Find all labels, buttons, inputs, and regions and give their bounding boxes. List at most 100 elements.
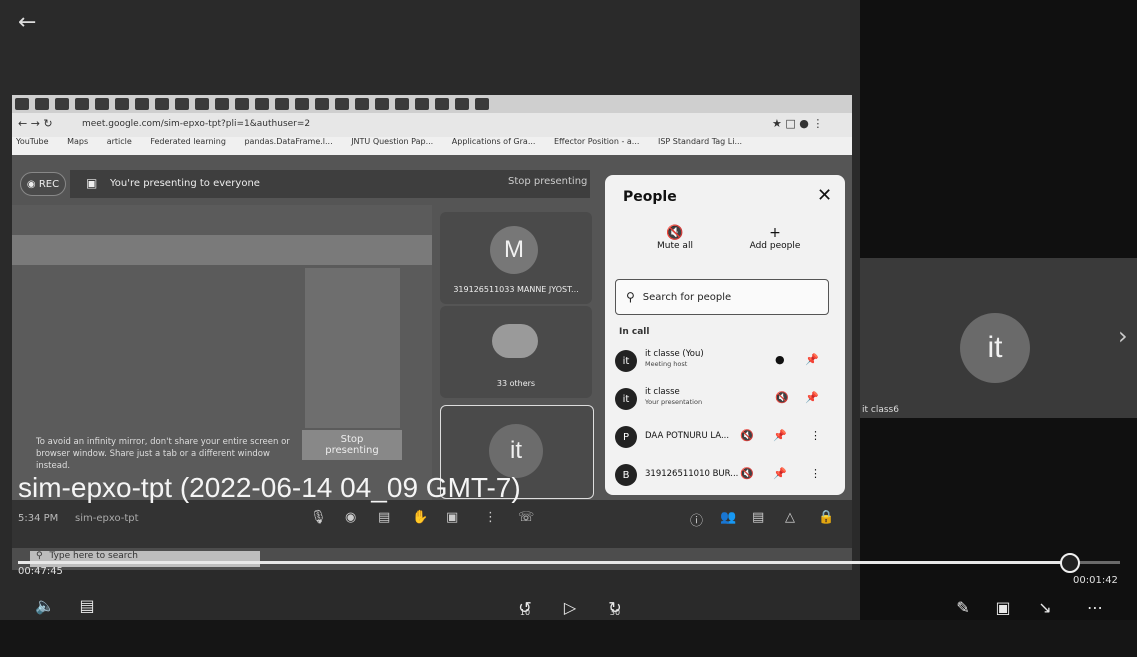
avatar: P [615,426,637,448]
mic-off-icon[interactable]: 🔇 [775,391,789,404]
more-options-icon[interactable]: ⋮ [484,510,497,525]
pin-icon[interactable]: 📌 [773,429,787,442]
forward-seconds: 30 [609,608,621,617]
captions-icon[interactable]: ▤ [378,510,390,525]
avatar: B [615,464,637,486]
add-people-button[interactable]: + Add people [740,225,810,251]
tab-icon [335,98,349,110]
mic-off-icon[interactable]: 🔇 [740,429,754,442]
bookmark-item[interactable]: Maps [67,137,88,146]
people-title: People [623,189,677,205]
address-bar[interactable]: ← → ↻ meet.google.com/sim-epxo-tpt?pli=1… [12,113,852,137]
stop-button-label: Stop presenting [325,434,379,456]
bookmark-item[interactable]: pandas.DataFrame.l... [244,137,332,146]
tab-icon [115,98,129,110]
stop-presenting-link[interactable]: Stop presenting [508,176,587,187]
raise-hand-icon[interactable]: ✋ [412,510,428,525]
rewind-button[interactable]: ↺ 10 [510,592,540,622]
participant-row[interactable]: it it classe (You) Meeting host ● 📌 [615,347,835,375]
tab-icon [35,98,49,110]
tab-icon [355,98,369,110]
tab-icon [315,98,329,110]
meeting-code: sim-epxo-tpt [75,513,139,524]
participant-role: Your presentation [645,398,703,406]
edit-pencil-icon[interactable]: ✎ [948,592,978,622]
camera-icon[interactable]: ◉ [345,510,356,525]
pin-icon[interactable]: 📌 [805,353,819,366]
present-icon: ▣ [86,176,98,190]
volume-icon[interactable]: 🔈 [30,590,60,620]
bookmark-item[interactable]: article [107,137,132,146]
activities-icon[interactable]: △ [785,510,795,525]
bookmark-item[interactable]: ISP Standard Tag Li... [658,137,742,146]
search-placeholder: Search for people [642,291,732,303]
exit-fullscreen-icon[interactable]: ↘ [1030,592,1060,622]
participant-tile-others: 33 others [440,306,592,398]
participant-name: it class6 [862,405,899,415]
shared-screen-toolbar [12,235,432,265]
tab-icon [215,98,229,110]
participant-row[interactable]: P DAA POTNURU LA... 🔇 📌 ⋮ [615,423,835,451]
present-now-icon[interactable]: ▣ [446,510,458,525]
more-vert-icon[interactable]: ⋮ [810,429,821,442]
more-options-icon[interactable]: ● [775,353,785,366]
bookmarks-bar: YouTube Maps article Federated learning … [12,137,852,155]
taskbar-search-placeholder: Type here to search [49,551,138,561]
search-people-input[interactable]: ⚲ Search for people [615,279,829,315]
next-chevron-icon[interactable]: › [1118,322,1128,350]
tab-icon [135,98,149,110]
avatar: it [960,313,1030,383]
stop-presenting-button[interactable]: Stop presenting [302,430,402,460]
host-controls-icon[interactable]: 🔒 [818,510,834,525]
bookmark-item[interactable]: Applications of Gra... [452,137,536,146]
infinity-mirror-warning: To avoid an infinity mirror, don't share… [36,437,290,471]
leave-call-icon[interactable]: ☏ [518,510,534,525]
captions-icon[interactable]: ▤ [72,590,102,620]
more-vert-icon[interactable]: ⋮ [810,467,821,480]
taskbar-search[interactable]: ⚲ Type here to search [30,551,260,567]
play-icon[interactable]: ▷ [555,592,585,622]
participant-row[interactable]: it it classe Your presentation 🔇 📌 [615,385,835,413]
miniplayer-icon[interactable]: ▣ [988,592,1018,622]
bookmark-item[interactable]: YouTube [16,137,49,146]
bookmark-item[interactable]: JNTU Question Pap... [351,137,433,146]
participant-name: DAA POTNURU LA... [645,431,730,441]
avatars-group-icon [492,324,538,358]
mic-off-icon: 🔇 [666,225,684,241]
participant-row[interactable]: B 319126511010 BUR... 🔇 📌 ⋮ [615,461,835,489]
others-count: 33 others [496,379,536,388]
bookmark-item[interactable]: Effector Position - a... [554,137,639,146]
avatar: it [615,388,637,410]
more-options-icon[interactable]: ⋯ [1080,592,1110,622]
tab-icon [255,98,269,110]
pin-icon[interactable]: 📌 [805,391,819,404]
bookmark-item[interactable]: Federated learning [150,137,226,146]
url-text: meet.google.com/sim-epxo-tpt?pli=1&authu… [82,119,311,129]
tab-icon [375,98,389,110]
rec-badge: ◉ REC [20,172,66,196]
participant-role: Meeting host [645,360,688,368]
avatar: it [489,424,543,478]
rewind-seconds: 10 [519,608,531,617]
close-icon[interactable]: ✕ [817,185,832,206]
video-title: sim-epxo-tpt (2022-06-14 04_09 GMT-7) [18,472,521,503]
nav-arrows-icon[interactable]: ← → ↻ [18,117,53,130]
people-panel: People ✕ 🔇 Mute all + Add people ⚲ Searc… [605,175,845,495]
participant-name: 319126511010 BUR... [645,469,739,479]
chat-icon[interactable]: ▤ [752,510,764,525]
pin-icon[interactable]: 📌 [773,467,787,480]
mic-icon[interactable]: 🎙 [310,510,327,525]
tab-icon [235,98,249,110]
browser-actions-icon[interactable]: ★ □ ● ⋮ [772,117,823,130]
people-icon[interactable]: 👥 [720,510,736,525]
info-icon[interactable]: ⓘ [690,510,703,529]
tab-icon [95,98,109,110]
presenting-text: You're presenting to everyone [110,178,260,189]
avatar: it [615,350,637,372]
mute-all-button[interactable]: 🔇 Mute all [645,225,705,251]
forward-button[interactable]: ↻ 30 [600,592,630,622]
avatar: M [490,226,538,274]
mic-off-icon[interactable]: 🔇 [740,467,754,480]
in-call-heading: In call [619,327,650,337]
back-arrow-icon[interactable]: ← [18,10,48,40]
